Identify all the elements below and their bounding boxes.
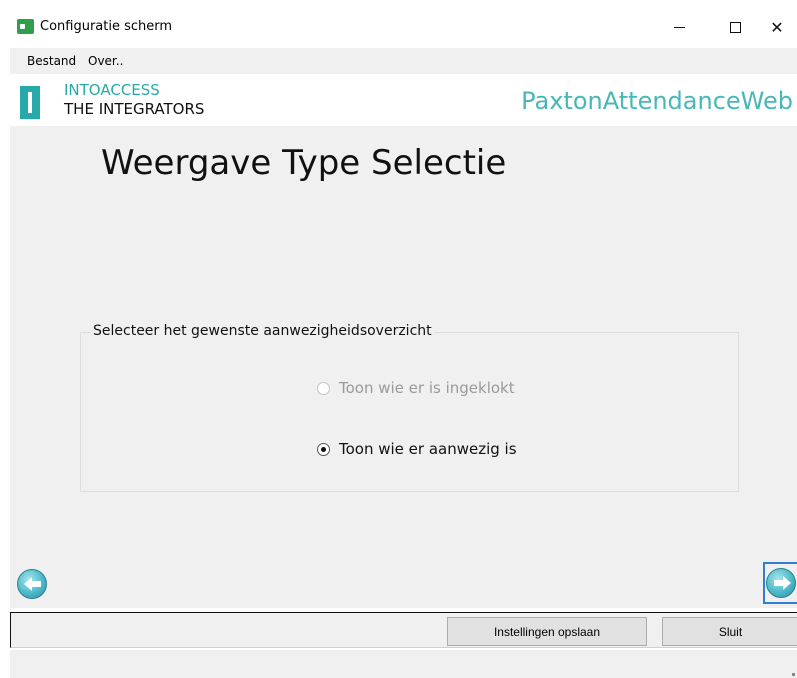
title-bar: Configuratie scherm ✕ <box>0 0 797 46</box>
previous-button[interactable] <box>12 564 52 604</box>
close-icon: ✕ <box>770 17 784 37</box>
menu-bar: Bestand Over.. <box>10 48 797 74</box>
minimize-icon <box>673 26 685 28</box>
minimize-button[interactable] <box>656 10 702 44</box>
save-settings-button[interactable]: Instellingen opslaan <box>447 617 647 646</box>
logo-tagline: THE INTEGRATORS <box>64 100 205 118</box>
close-button[interactable]: Sluit <box>662 617 797 646</box>
close-window-button[interactable]: ✕ <box>757 10 797 44</box>
maximize-icon <box>729 21 741 33</box>
radio-option-aanwezig[interactable]: Toon wie er aanwezig is <box>317 440 517 458</box>
resize-grip-icon[interactable] <box>792 673 795 676</box>
radio-label: Toon wie er aanwezig is <box>339 440 517 458</box>
next-button[interactable] <box>763 562 797 604</box>
radio-option-ingeklokt: Toon wie er is ingeklokt <box>317 379 515 397</box>
arrow-left-circle-icon <box>17 569 47 599</box>
page-title: Weergave Type Selectie <box>101 143 507 183</box>
radio-label: Toon wie er is ingeklokt <box>339 379 515 397</box>
logo-company-name: INTOACCESS <box>64 81 160 99</box>
status-bar <box>10 650 797 678</box>
client-area: Weergave Type Selectie Selecteer het gew… <box>10 126 797 608</box>
radio-button-unchecked <box>317 381 330 395</box>
maximize-button[interactable] <box>712 10 758 44</box>
groupbox-legend: Selecteer het gewenste aanwezigheidsover… <box>91 323 434 339</box>
intoaccess-logo-icon <box>20 86 40 119</box>
button-bar: Instellingen opslaan Sluit <box>10 612 797 648</box>
menu-over[interactable]: Over.. <box>88 54 123 68</box>
radio-button-checked[interactable] <box>317 442 330 456</box>
display-type-groupbox: Selecteer het gewenste aanwezigheidsover… <box>80 323 739 492</box>
logo-band: INTOACCESS THE INTEGRATORS PaxtonAttenda… <box>10 78 797 126</box>
menu-bestand[interactable]: Bestand <box>27 54 76 68</box>
window-title: Configuratie scherm <box>40 19 173 34</box>
arrow-right-circle-icon <box>766 568 796 598</box>
app-icon <box>17 19 34 34</box>
product-name: PaxtonAttendanceWeb <box>521 87 793 115</box>
